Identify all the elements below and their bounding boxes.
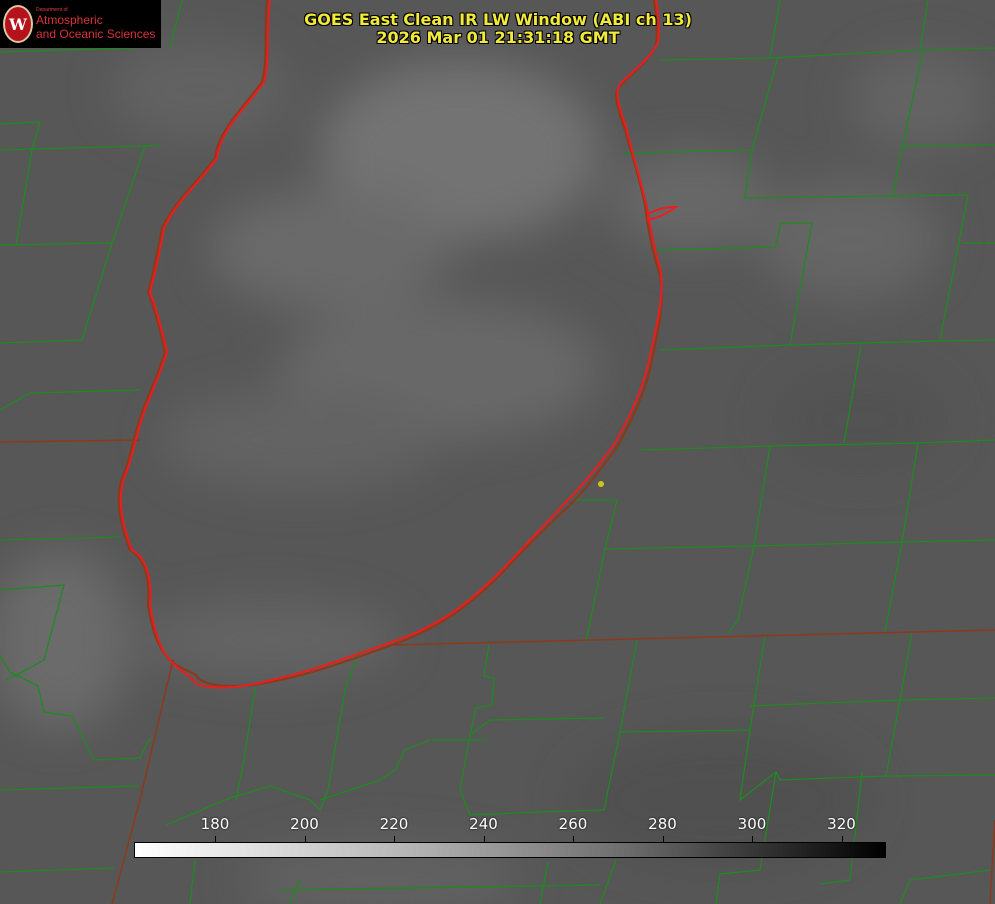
satellite-map xyxy=(0,0,995,904)
colorbar-tick-label: 320 xyxy=(827,815,856,833)
colorbar-tick-label: 200 xyxy=(290,815,319,833)
logo-line-1: Atmospheric xyxy=(36,13,103,27)
title-line-2: 2026 Mar 01 21:31:18 GMT xyxy=(376,28,620,47)
colorbar-tick-label: 240 xyxy=(469,815,498,833)
city-marker xyxy=(598,481,604,487)
uw-aos-logo: W Department of Atmospheric and Oceanic … xyxy=(0,0,161,48)
colorbar-tick-label: 260 xyxy=(558,815,588,833)
temperature-colorbar xyxy=(134,842,886,858)
colorbar-tick-label: 180 xyxy=(200,815,230,833)
image-title: GOES East Clean IR LW Window (ABI ch 13)… xyxy=(298,11,698,47)
uw-seal-icon: W xyxy=(3,5,33,43)
colorbar-tick-label: 300 xyxy=(737,815,767,833)
colorbar-tick-label: 220 xyxy=(379,815,409,833)
colorbar-tick-label: 280 xyxy=(648,815,677,833)
title-line-1: GOES East Clean IR LW Window (ABI ch 13) xyxy=(304,10,692,29)
logo-line-2: and Oceanic Sciences xyxy=(36,27,156,41)
